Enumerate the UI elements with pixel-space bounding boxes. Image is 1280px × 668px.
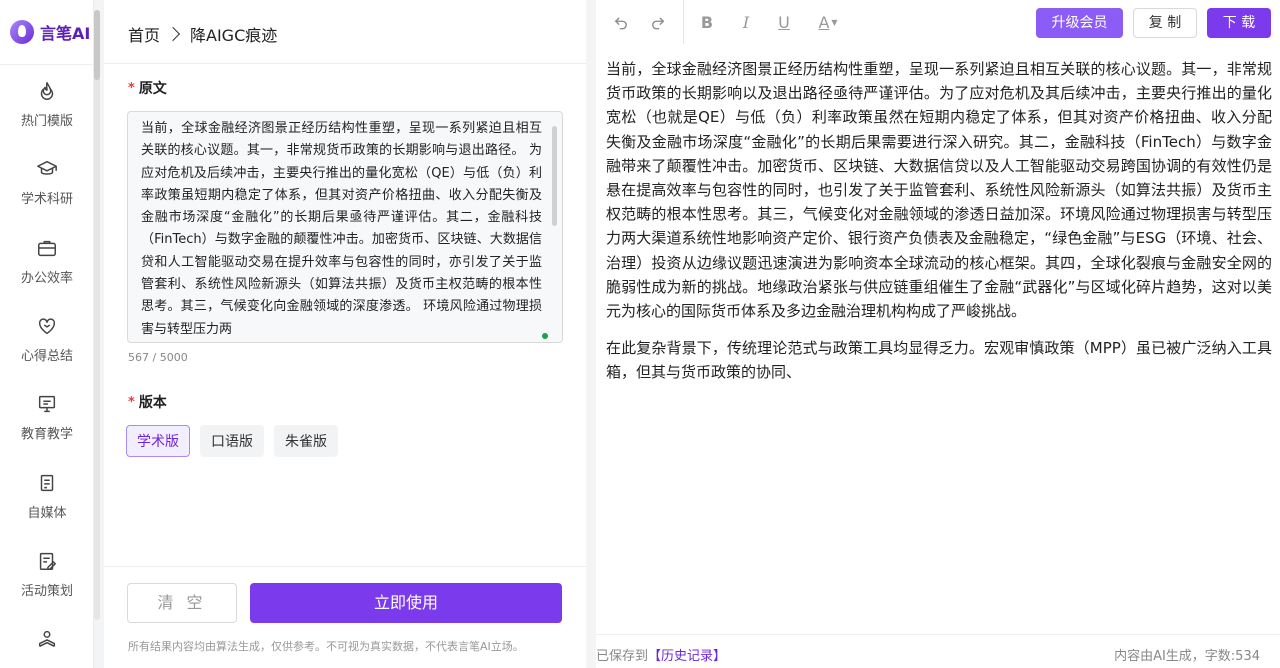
sidebar-item-hot-templates[interactable]: 热门模版: [0, 80, 94, 140]
sidebar-item-label: 自媒体: [27, 506, 67, 521]
redo-icon[interactable]: [647, 11, 669, 33]
output-editor: B I U A ▼ 升级会员 复 制 下 载 当前，全球金融经济图景正经历结构性…: [596, 0, 1280, 668]
sidebar-item-academic[interactable]: 学术科研: [0, 158, 94, 218]
version-options: 学术版 口语版 朱雀版: [126, 425, 338, 457]
clipboard-edit-icon: [39, 552, 56, 570]
saved-prefix: 已保存到: [596, 649, 649, 664]
flame-icon: [40, 82, 54, 100]
sidebar-item-label: 教育教学: [20, 427, 73, 442]
sidebar-item-label: 学术科研: [20, 192, 73, 207]
sidebar-item-label: 活动策划: [20, 584, 73, 599]
logo-text: 言笔AI: [40, 24, 91, 43]
breadcrumb-current: 降AIGC痕迹: [190, 26, 278, 45]
toolbar-separator: [683, 0, 684, 44]
status-dot: [542, 333, 548, 339]
copy-button[interactable]: 复 制: [1133, 8, 1197, 38]
version-label: * 版本: [128, 392, 167, 412]
font-color-button[interactable]: A ▼: [814, 11, 842, 33]
version-zhuque[interactable]: 朱雀版: [274, 425, 338, 457]
editor-toolbar: B I U A ▼ 升级会员 复 制 下 载: [596, 0, 1280, 44]
sidebar-scrollbar[interactable]: [94, 10, 100, 620]
panel-footer-divider: [104, 566, 586, 567]
bold-button[interactable]: B: [696, 11, 718, 33]
logo[interactable]: 言笔AI: [10, 20, 90, 44]
heart-icon: [38, 318, 56, 335]
version-colloquial[interactable]: 口语版: [200, 425, 264, 457]
sidebar-item-summary[interactable]: 心得总结: [0, 315, 94, 375]
saved-status: 已保存到【历史记录】: [596, 645, 726, 664]
sidebar-divider: [0, 64, 94, 65]
upgrade-vip-button[interactable]: 升级会员: [1036, 8, 1123, 38]
underline-button[interactable]: U: [773, 11, 795, 33]
breadcrumb: 首页 降AIGC痕迹: [128, 22, 277, 46]
undo-icon[interactable]: [610, 11, 632, 33]
download-button[interactable]: 下 载: [1207, 8, 1271, 38]
version-academic[interactable]: 学术版: [126, 425, 190, 457]
sidebar-item-event-planning[interactable]: 活动策划: [0, 550, 94, 610]
editor-content[interactable]: 当前，全球金融经济图景正经历结构性重塑，呈现一系列紧迫且相互关联的核心议题。其一…: [606, 57, 1272, 398]
sidebar-item-office[interactable]: 办公效率: [0, 237, 94, 297]
source-label: * 原文: [128, 78, 167, 98]
char-count: 567 / 5000: [128, 351, 188, 364]
submit-button[interactable]: 立即使用: [250, 583, 562, 623]
clear-button[interactable]: 清 空: [127, 583, 237, 623]
required-asterisk: *: [128, 394, 135, 410]
status-bar: 已保存到【历史记录】 内容由AI生成，字数:534: [596, 634, 1280, 668]
source-textarea[interactable]: 当前，全球金融经济图景正经历结构性重塑，呈现一系列紧迫且相互关联的核心议题。其一…: [127, 111, 563, 343]
sidebar-item-label: 热门模版: [20, 114, 73, 129]
sidebar-item-label: 办公效率: [20, 271, 73, 286]
document-icon: [40, 474, 54, 492]
sidebar: 言笔AI 热门模版 学术科研 办公效率 心得总结 教育教学 自媒体 活动策划: [0, 0, 94, 668]
version-label-text: 版本: [138, 395, 167, 411]
reading-person-icon: [38, 630, 56, 647]
sidebar-item-label: 心得总结: [20, 349, 73, 364]
briefcase-icon: [38, 240, 56, 257]
sidebar-item-self-media[interactable]: 自媒体: [0, 472, 94, 532]
source-scrollbar[interactable]: [552, 126, 557, 226]
sidebar-item-more[interactable]: [0, 628, 94, 668]
caret-down-icon: ▼: [831, 17, 838, 27]
italic-button[interactable]: I: [735, 11, 757, 33]
editor-paragraph[interactable]: 当前，全球金融经济图景正经历结构性重塑，呈现一系列紧迫且相互关联的核心议题。其一…: [606, 57, 1272, 323]
app-root: 言笔AI 热门模版 学术科研 办公效率 心得总结 教育教学 自媒体 活动策划 首…: [0, 0, 1280, 668]
word-count: 内容由AI生成，字数:534: [1114, 649, 1260, 664]
disclaimer: 所有结果内容均由算法生成，仅供参考。不可视为真实数据，不代表言笔AI立场。: [128, 640, 524, 653]
chevron-right-icon: [165, 26, 181, 42]
sidebar-scrollbar-thumb[interactable]: [94, 10, 100, 80]
editor-paragraph[interactable]: 在此复杂背景下，传统理论范式与政策工具均显得乏力。宏观审慎政策（MPP）虽已被广…: [606, 336, 1272, 384]
source-label-text: 原文: [138, 81, 167, 97]
required-asterisk: *: [128, 80, 135, 96]
source-text[interactable]: 当前，全球金融经济图景正经历结构性重塑，呈现一系列紧迫且相互关联的核心议题。其一…: [141, 118, 542, 341]
panel-divider: [104, 63, 586, 64]
history-link[interactable]: 【历史记录】: [648, 649, 726, 664]
graduation-cap-icon: [37, 160, 57, 175]
font-color-label: A: [818, 12, 830, 32]
sidebar-item-education[interactable]: 教育教学: [0, 393, 94, 453]
input-panel: 首页 降AIGC痕迹 * 原文 当前，全球金融经济图景正经历结构性重塑，呈现一系…: [104, 0, 586, 668]
logo-icon: [10, 20, 34, 44]
presentation-board-icon: [38, 395, 56, 413]
breadcrumb-home[interactable]: 首页: [128, 22, 160, 46]
